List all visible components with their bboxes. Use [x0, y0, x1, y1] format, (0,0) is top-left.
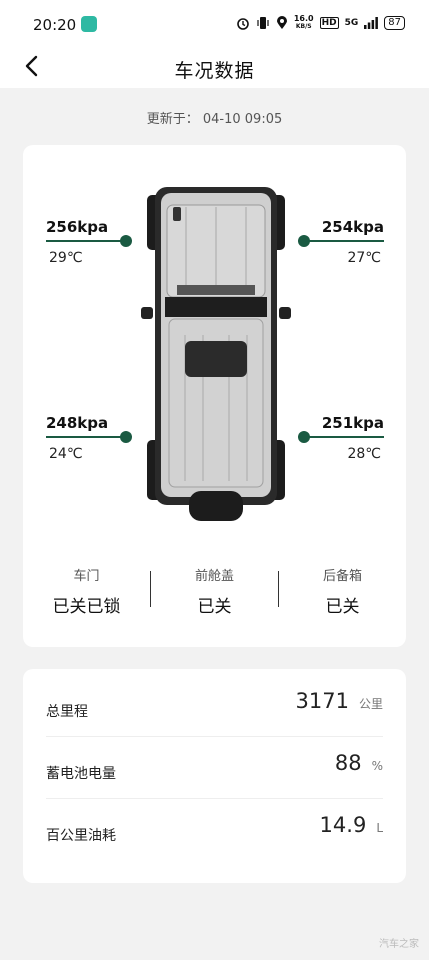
status-label: 车门	[73, 569, 100, 584]
tire-pressure: 256kpa	[46, 218, 109, 236]
vehicle-stats-card: 总里程 3171 公里 蓄电池电量 88% 百公里油耗 14.9 L	[23, 669, 406, 883]
stat-label: 蓄电池电量	[46, 766, 116, 782]
tire-temperature: 28℃	[347, 446, 381, 462]
battery-icon: 87	[384, 16, 405, 30]
hood-status: 前舱盖 已关	[151, 565, 278, 617]
stat-unit: L	[376, 821, 383, 835]
status-label: 前舱盖	[194, 569, 234, 584]
tire-pressure: 251kpa	[321, 414, 384, 432]
status-bar: 20:20 16.0 KB/S HD 5G 87	[0, 0, 429, 48]
stat-row-mileage: 总里程 3171 公里	[46, 675, 383, 737]
tire-rear-left: 248kpa 24℃	[46, 414, 136, 462]
trunk-status: 后备箱 已关	[279, 565, 406, 617]
status-value: 已关	[197, 597, 232, 617]
tire-indicator-line	[46, 431, 132, 443]
status-value: 已关已锁	[52, 597, 121, 617]
stat-unit: %	[371, 759, 383, 773]
tire-pressure: 248kpa	[46, 414, 109, 432]
tire-indicator-dot	[298, 431, 310, 443]
signal-bars-icon	[364, 17, 379, 29]
watermark: 汽车之家	[379, 939, 419, 950]
stat-value: 88	[334, 751, 362, 775]
tire-indicator-line	[298, 431, 384, 443]
tire-indicator-line	[298, 235, 384, 247]
closure-status-row: 车门 已关已锁 前舱盖 已关 后备箱 已关	[23, 565, 406, 617]
stat-value: 14.9	[319, 813, 367, 837]
tire-indicator-dot	[120, 235, 132, 247]
vehicle-top-view-image	[141, 187, 291, 521]
tire-temperature: 24℃	[49, 446, 83, 462]
status-icons: 16.0 KB/S HD 5G 87	[236, 15, 405, 31]
updated-timestamp: 更新于： 04-10 09:05	[146, 112, 283, 127]
net-speed: 16.0 KB/S	[293, 14, 314, 31]
location-icon	[276, 16, 287, 29]
alarm-icon	[237, 18, 249, 30]
vibrate-icon	[257, 17, 269, 29]
status-time: 20:20	[33, 16, 77, 34]
tire-indicator-dot	[298, 235, 310, 247]
tire-front-right: 254kpa 27℃	[294, 218, 384, 266]
door-status: 车门 已关已锁	[23, 565, 150, 617]
stat-label: 总里程	[46, 704, 88, 720]
stat-value: 3171	[295, 689, 349, 713]
tire-rear-right: 251kpa 28℃	[294, 414, 384, 462]
stat-label: 百公里油耗	[46, 828, 116, 844]
stat-row-fuel-consumption: 百公里油耗 14.9 L	[46, 799, 383, 861]
nav-header: 车况数据	[0, 48, 429, 88]
vehicle-status-card: 256kpa 29℃ 254kpa 27℃ 248kpa 24℃ 251kpa …	[23, 145, 406, 647]
tire-indicator-dot	[120, 431, 132, 443]
tire-temperature: 27℃	[347, 250, 381, 266]
signal-5g-icon: 5G	[344, 18, 359, 28]
app-notification-icon	[81, 16, 97, 32]
stat-unit: 公里	[358, 697, 383, 711]
status-value: 已关	[325, 597, 360, 617]
stat-row-battery: 蓄电池电量 88%	[46, 737, 383, 799]
hd-badge: HD	[319, 17, 339, 29]
tire-front-left: 256kpa 29℃	[46, 218, 136, 266]
page-title: 车况数据	[174, 60, 255, 82]
tire-indicator-line	[46, 235, 132, 247]
tire-pressure: 254kpa	[321, 218, 384, 236]
status-label: 后备箱	[322, 569, 362, 584]
tire-temperature: 29℃	[49, 250, 83, 266]
